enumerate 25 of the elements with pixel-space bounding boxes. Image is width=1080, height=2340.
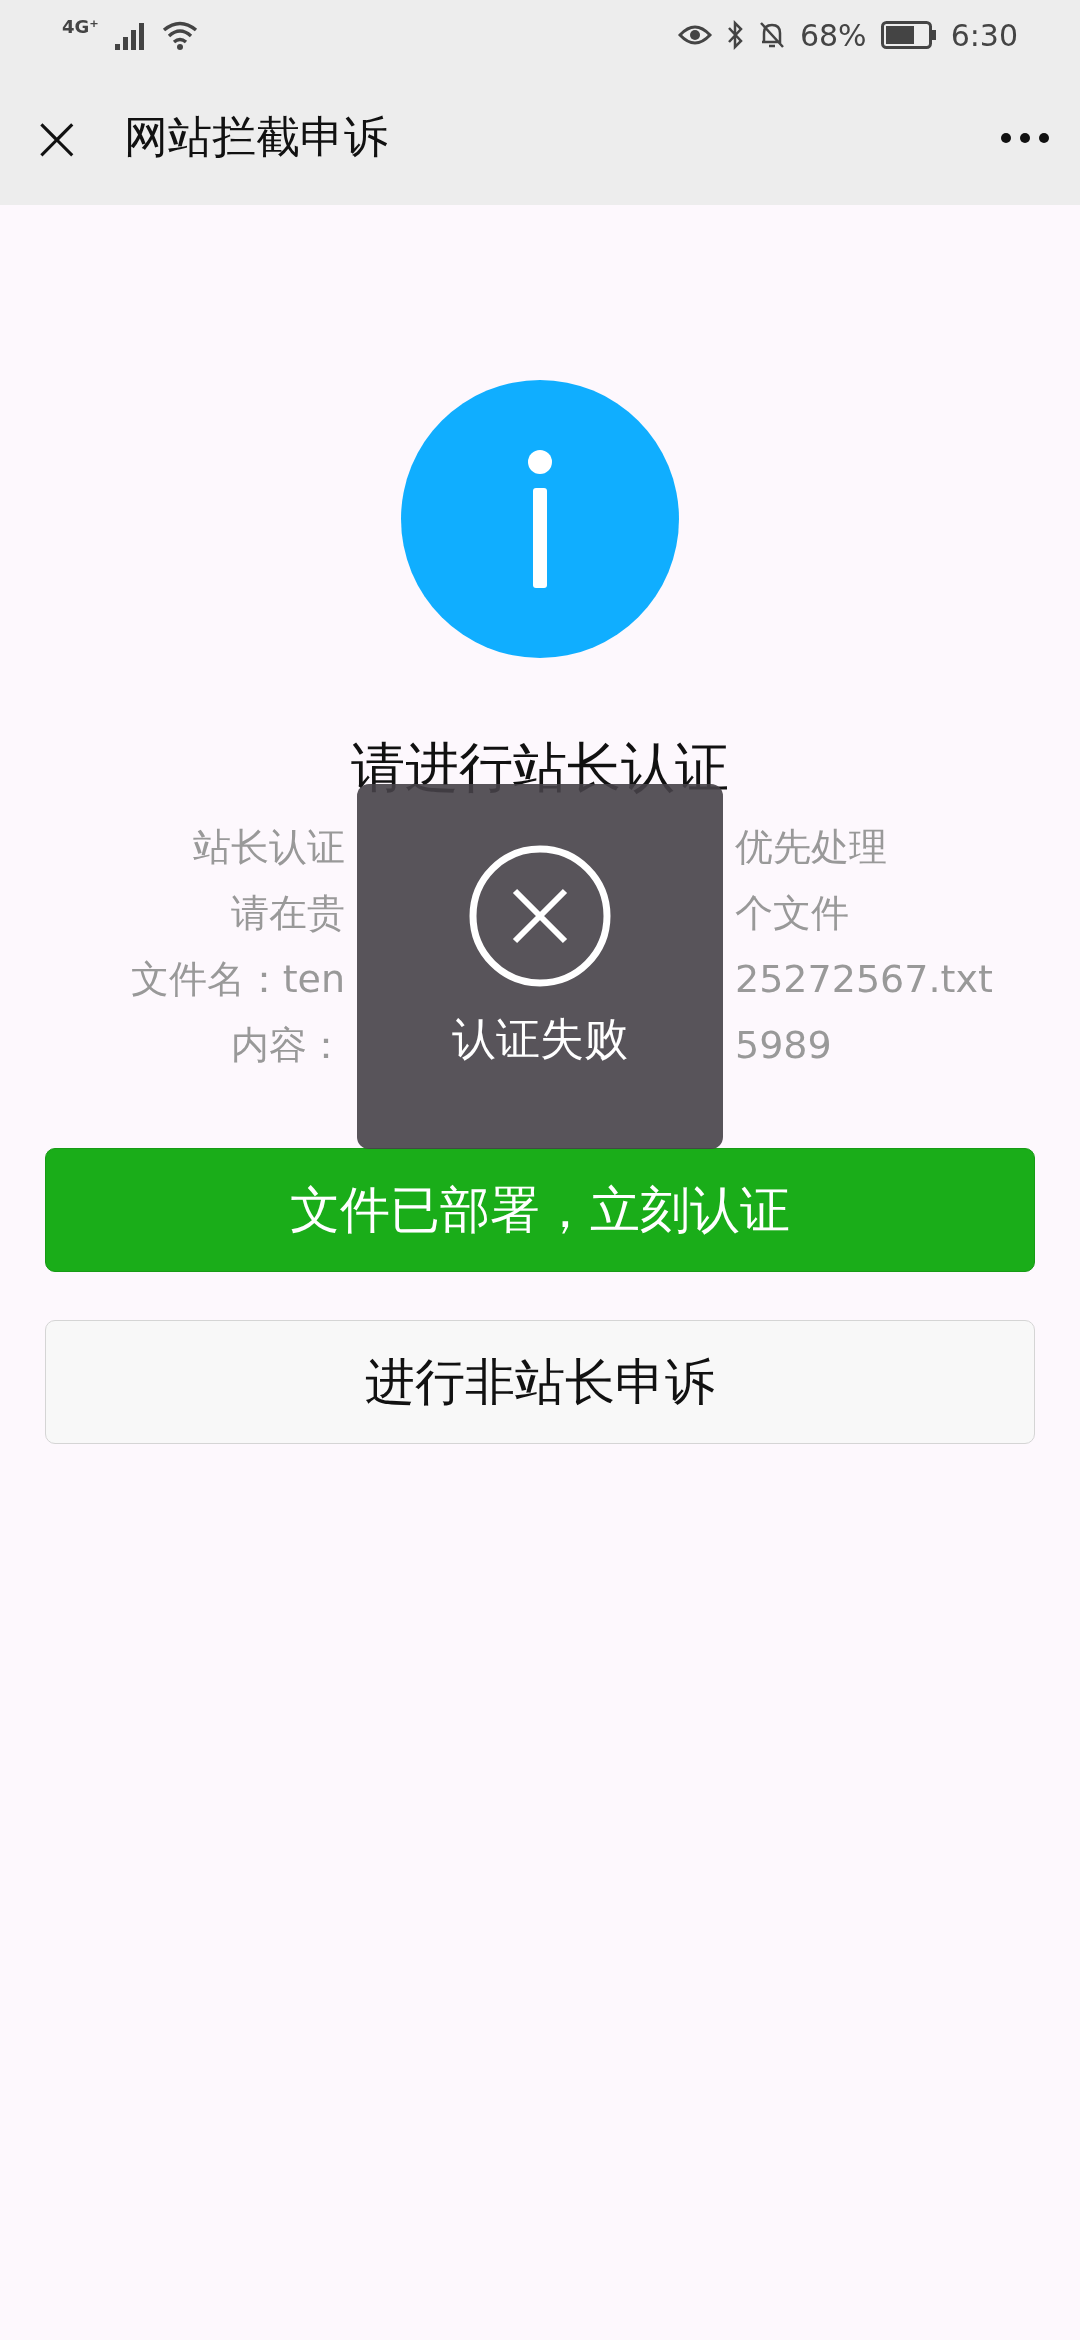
- page-title: 网站拦截申诉: [123, 110, 389, 164]
- eye-icon: [677, 23, 712, 47]
- error-icon: [468, 844, 612, 988]
- description-text: 5989: [735, 1022, 832, 1069]
- clock-time: 6:30: [950, 17, 1018, 53]
- heading: 请进行站长认证: [351, 735, 729, 801]
- description-text: 优先处理: [735, 824, 887, 871]
- toast-message: 认证失败: [452, 1012, 628, 1066]
- battery-percent: 68%: [799, 17, 867, 53]
- info-icon: [401, 380, 679, 658]
- description-text: 请在贵: [231, 890, 345, 937]
- appeal-button[interactable]: 进行非站长申诉: [45, 1320, 1035, 1444]
- wifi-icon: [160, 20, 199, 50]
- signal-icon: [112, 20, 147, 50]
- battery-icon: [880, 21, 937, 49]
- description-text: 个文件: [735, 890, 849, 937]
- more-icon[interactable]: [1000, 131, 1050, 144]
- description-text: 站长认证: [193, 824, 345, 871]
- description-text: 文件名：ten: [130, 956, 345, 1003]
- description-text: 内容：: [231, 1022, 345, 1069]
- muted-bell-icon: [757, 20, 786, 50]
- close-button[interactable]: ×: [30, 105, 84, 170]
- network-type: 4G⁺: [62, 16, 99, 37]
- description-text: 25272567.txt: [735, 956, 993, 1003]
- bluetooth-icon: [725, 20, 744, 50]
